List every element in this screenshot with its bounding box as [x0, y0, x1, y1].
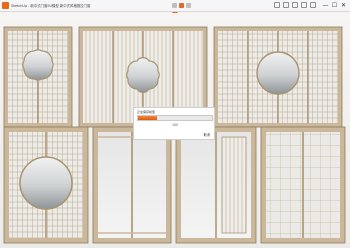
cancel-button[interactable]: 取消 — [204, 132, 210, 137]
orbit-tool-icon[interactable] — [186, 3, 191, 8]
progress-fill — [138, 116, 157, 120]
minimize-button[interactable]: — — [321, 1, 330, 10]
print-icon[interactable] — [310, 2, 316, 8]
undo-icon[interactable] — [292, 2, 298, 8]
maximize-button[interactable]: ☐ — [330, 1, 339, 10]
door-model-7[interactable] — [260, 126, 346, 244]
view-toolbar — [172, 3, 191, 8]
close-button[interactable]: ✕ — [339, 1, 348, 10]
door-model-3[interactable] — [213, 26, 343, 128]
save-icon[interactable] — [283, 2, 289, 8]
door-model-5[interactable] — [92, 126, 172, 244]
door-model-1[interactable] — [3, 26, 73, 128]
door-model-6[interactable] — [175, 126, 257, 244]
select-tool-icon[interactable] — [172, 3, 177, 8]
dialog-title: 正在保存模型 — [137, 110, 156, 114]
window-title: SketchUp - 新中式门窗SU模型 新中式风格推拉门窗 — [11, 4, 91, 8]
app-logo-icon — [2, 2, 9, 9]
file-icon[interactable] — [274, 2, 280, 8]
redo-icon[interactable] — [301, 2, 307, 8]
paint-tool-icon[interactable] — [179, 3, 184, 8]
window-controls: — ☐ ✕ — [321, 1, 348, 10]
progress-bar — [137, 115, 213, 121]
save-progress-dialog: 正在保存模型 100 取消 — [133, 107, 215, 140]
file-toolbar — [274, 2, 316, 8]
progress-label: 100 — [171, 123, 179, 127]
door-model-4[interactable] — [3, 126, 89, 244]
